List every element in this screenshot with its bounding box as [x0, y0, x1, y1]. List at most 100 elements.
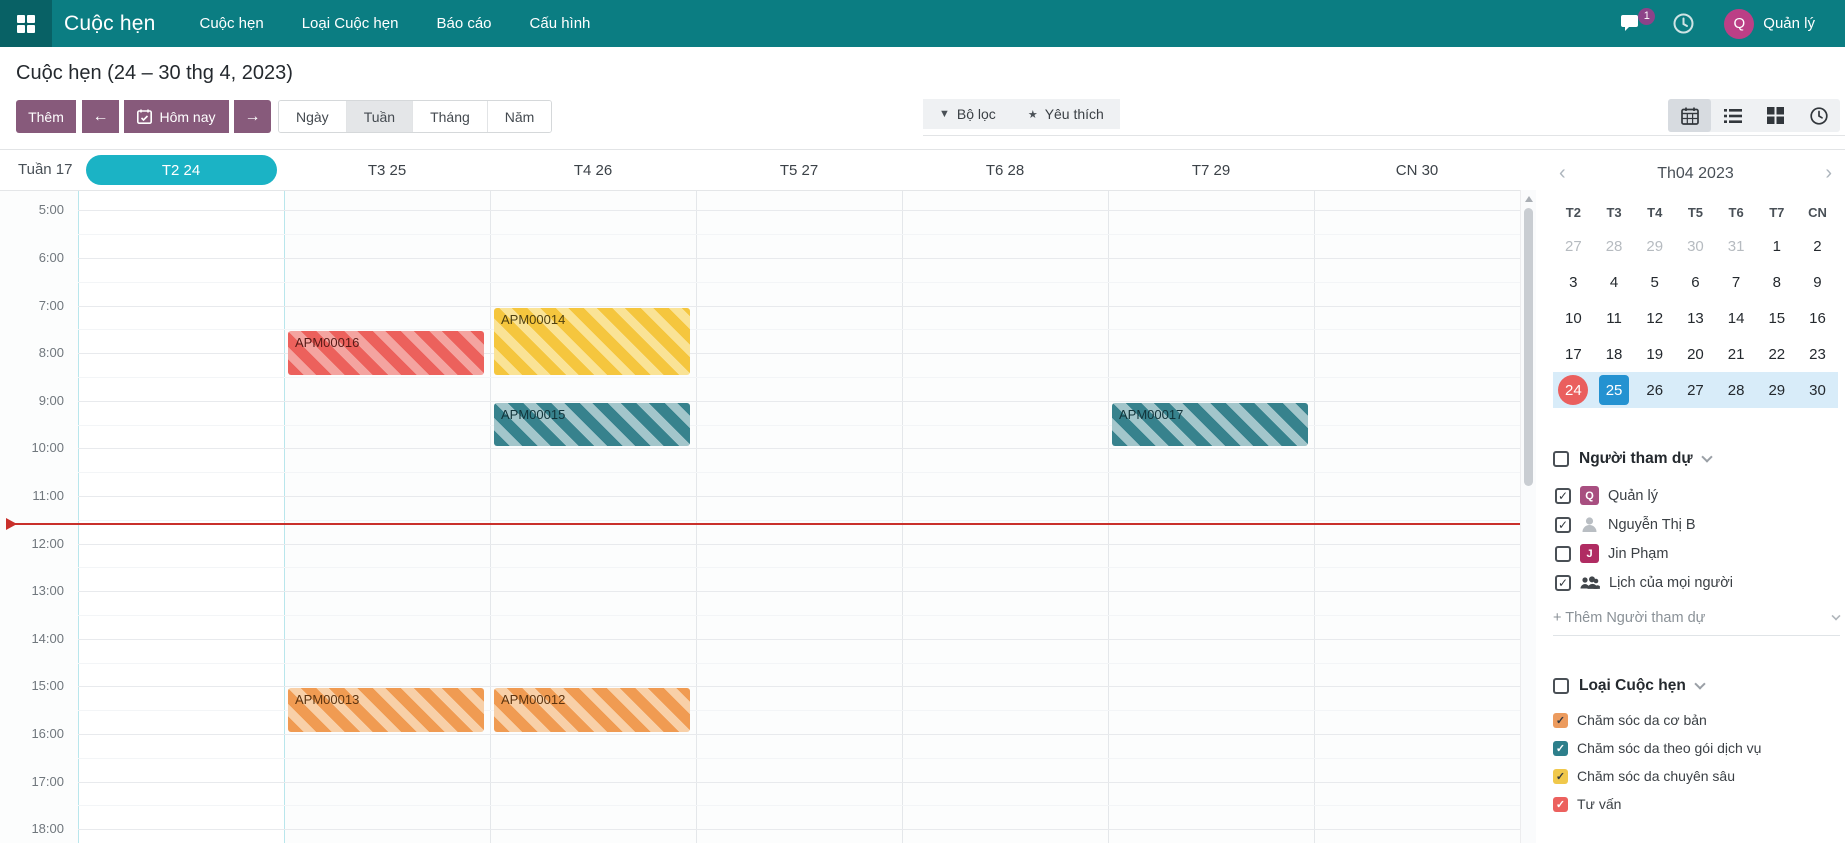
week-day-header-CN-30[interactable]: CN 30 — [1314, 150, 1520, 190]
mini-date-29[interactable]: 29 — [1634, 228, 1675, 264]
mini-date-1[interactable]: 1 — [1756, 228, 1797, 264]
attendee-checkbox-3[interactable] — [1555, 546, 1571, 562]
type-item-3[interactable]: ✓Chăm sóc da chuyên sâu — [1553, 762, 1761, 790]
mini-date-18[interactable]: 18 — [1594, 336, 1635, 372]
type-checkbox-1[interactable]: ✓ — [1553, 713, 1568, 728]
week-day-header-T4-26[interactable]: T4 26 — [490, 150, 696, 190]
type-item-2[interactable]: ✓Chăm sóc da theo gói dịch vụ — [1553, 734, 1761, 762]
type-item-1[interactable]: ✓Chăm sóc da cơ bản — [1553, 706, 1761, 734]
attendee-item-2[interactable]: ✓Nguyễn Thị B — [1555, 510, 1733, 539]
mini-date-7[interactable]: 7 — [1716, 264, 1757, 300]
filters-button[interactable]: ▼ Bộ lọc — [923, 99, 1012, 129]
mini-date-12[interactable]: 12 — [1634, 300, 1675, 336]
mini-date-5[interactable]: 5 — [1634, 264, 1675, 300]
mini-date-4[interactable]: 4 — [1594, 264, 1635, 300]
add-appointment-button[interactable]: Thêm — [16, 100, 76, 133]
type-item-4[interactable]: ✓Tư vấn — [1553, 790, 1761, 818]
calendar-event-APM00015[interactable]: APM00015 — [494, 403, 690, 447]
type-checkbox-2[interactable]: ✓ — [1553, 741, 1568, 756]
user-menu[interactable]: Q Quản lý — [1714, 3, 1831, 45]
types-all-checkbox[interactable] — [1553, 678, 1569, 694]
attendees-all-checkbox[interactable] — [1553, 451, 1569, 467]
attendee-checkbox-1[interactable]: ✓ — [1555, 488, 1571, 504]
calendar-event-APM00016[interactable]: APM00016 — [288, 331, 484, 375]
week-day-header-T2-24[interactable]: T2 24 — [78, 150, 284, 190]
nav-item-1[interactable]: Cuộc hẹn — [184, 2, 280, 45]
mini-date-27[interactable]: 27 — [1553, 228, 1594, 264]
mini-date-23[interactable]: 23 — [1797, 336, 1838, 372]
favorites-button[interactable]: ★ Yêu thích — [1012, 99, 1120, 129]
next-week-button[interactable]: → — [234, 100, 271, 133]
mini-date-27[interactable]: 27 — [1675, 372, 1716, 408]
mini-date-14[interactable]: 14 — [1716, 300, 1757, 336]
mini-date-16[interactable]: 16 — [1797, 300, 1838, 336]
mini-date-26[interactable]: 26 — [1634, 372, 1675, 408]
view-activity-button[interactable] — [1797, 99, 1840, 132]
activities-button[interactable] — [1663, 7, 1704, 40]
mini-date-30[interactable]: 30 — [1675, 228, 1716, 264]
range-button-ngày[interactable]: Ngày — [279, 101, 346, 132]
mini-date-24[interactable]: 24 — [1553, 372, 1594, 408]
mini-date-30[interactable]: 30 — [1797, 372, 1838, 408]
calendar-event-APM00013[interactable]: APM00013 — [288, 688, 484, 732]
week-day-header-T3-25[interactable]: T3 25 — [284, 150, 490, 190]
calendar-event-APM00014[interactable]: APM00014 — [494, 308, 690, 375]
event-label: APM00014 — [494, 308, 690, 331]
range-button-năm[interactable]: Năm — [487, 101, 552, 132]
week-grid[interactable]: 5:006:007:008:009:0010:0011:0012:0013:00… — [0, 190, 1520, 843]
mini-date-9[interactable]: 9 — [1797, 264, 1838, 300]
mini-date-28[interactable]: 28 — [1716, 372, 1757, 408]
week-day-header-T6-28[interactable]: T6 28 — [902, 150, 1108, 190]
mini-date-11[interactable]: 11 — [1594, 300, 1635, 336]
view-calendar-button[interactable] — [1668, 99, 1711, 132]
apps-menu-button[interactable] — [0, 0, 52, 47]
attendee-item-4[interactable]: ✓Lịch của mọi người — [1555, 568, 1733, 597]
mini-date-17[interactable]: 17 — [1553, 336, 1594, 372]
mini-date-28[interactable]: 28 — [1594, 228, 1635, 264]
mini-calendar-prev[interactable]: ‹ — [1553, 162, 1572, 185]
mini-date-2[interactable]: 2 — [1797, 228, 1838, 264]
week-day-header-T7-29[interactable]: T7 29 — [1108, 150, 1314, 190]
mini-date-15[interactable]: 15 — [1756, 300, 1797, 336]
mini-date-3[interactable]: 3 — [1553, 264, 1594, 300]
add-attendee-field[interactable]: + Thêm Người tham dự — [1553, 610, 1840, 636]
mini-date-20[interactable]: 20 — [1675, 336, 1716, 372]
mini-date-19[interactable]: 19 — [1634, 336, 1675, 372]
grid-scrollbar[interactable] — [1520, 190, 1536, 843]
range-button-tháng[interactable]: Tháng — [412, 101, 487, 132]
attendee-checkbox-4[interactable]: ✓ — [1555, 575, 1571, 591]
type-checkbox-4[interactable]: ✓ — [1553, 797, 1568, 812]
mini-date-13[interactable]: 13 — [1675, 300, 1716, 336]
mini-date-31[interactable]: 31 — [1716, 228, 1757, 264]
scrollbar-thumb[interactable] — [1524, 208, 1533, 486]
attendee-item-3[interactable]: JJin Phạm — [1555, 539, 1733, 568]
calendar-event-APM00012[interactable]: APM00012 — [494, 688, 690, 732]
nav-item-3[interactable]: Báo cáo — [420, 2, 507, 45]
mini-date-21[interactable]: 21 — [1716, 336, 1757, 372]
attendees-section-header[interactable]: Người tham dự — [1553, 450, 1711, 468]
attendee-checkbox-2[interactable]: ✓ — [1555, 517, 1571, 533]
prev-week-button[interactable]: ← — [82, 100, 119, 133]
scrollbar-up-arrow[interactable] — [1525, 196, 1533, 202]
mini-date-8[interactable]: 8 — [1756, 264, 1797, 300]
types-section-header[interactable]: Loại Cuộc hẹn — [1553, 677, 1704, 695]
today-button[interactable]: Hôm nay — [124, 100, 229, 133]
calendar-event-APM00017[interactable]: APM00017 — [1112, 403, 1308, 447]
mini-date-29[interactable]: 29 — [1756, 372, 1797, 408]
hour-label: 8:00 — [0, 345, 64, 360]
mini-date-6[interactable]: 6 — [1675, 264, 1716, 300]
view-list-button[interactable] — [1711, 99, 1754, 132]
nav-item-2[interactable]: Loại Cuộc hẹn — [286, 2, 415, 45]
nav-item-4[interactable]: Cấu hình — [514, 2, 607, 45]
type-checkbox-3[interactable]: ✓ — [1553, 769, 1568, 784]
attendee-item-1[interactable]: ✓QQuản lý — [1555, 481, 1733, 510]
week-day-header-T5-27[interactable]: T5 27 — [696, 150, 902, 190]
mini-date-10[interactable]: 10 — [1553, 300, 1594, 336]
filter-icon: ▼ — [939, 108, 950, 120]
range-button-tuần[interactable]: Tuần — [346, 101, 412, 132]
view-kanban-button[interactable] — [1754, 99, 1797, 132]
mini-calendar-next[interactable]: › — [1819, 162, 1838, 185]
mini-date-22[interactable]: 22 — [1756, 336, 1797, 372]
messages-button[interactable]: 1 — [1611, 8, 1653, 40]
mini-date-25[interactable]: 25 — [1594, 372, 1635, 408]
